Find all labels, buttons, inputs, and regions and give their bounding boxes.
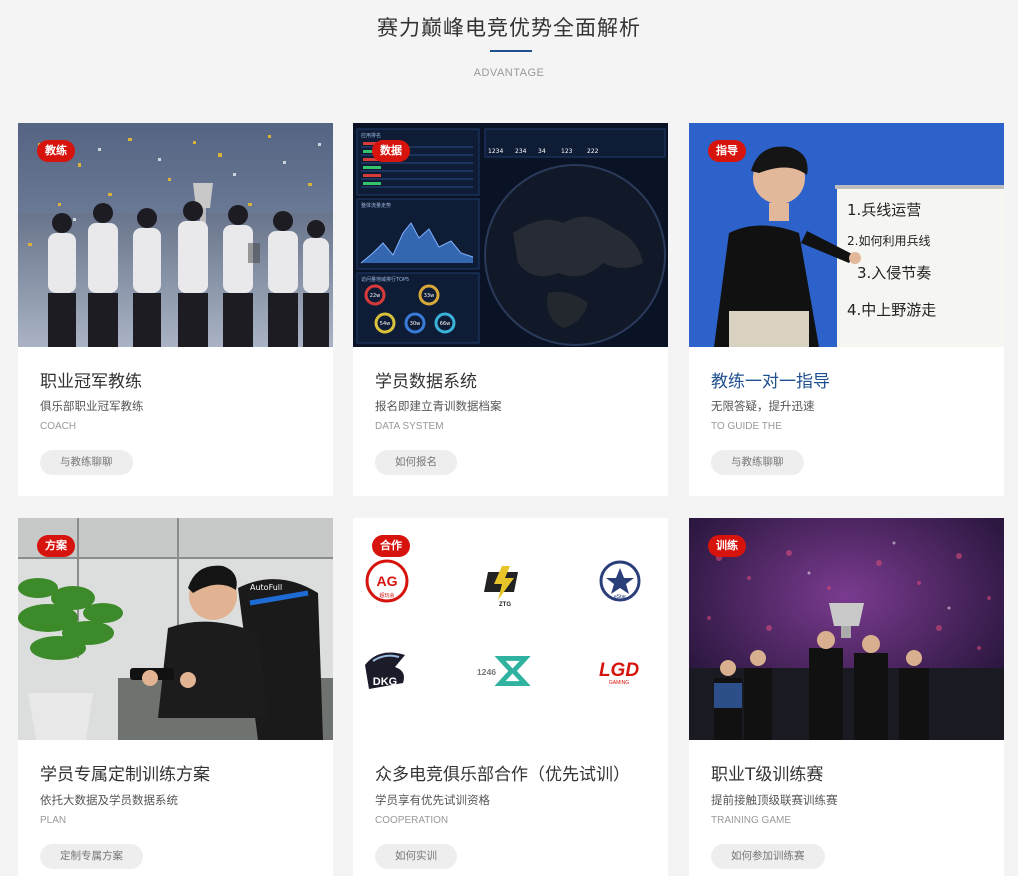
page-subtitle: ADVANTAGE [473, 67, 545, 79]
card-english-label: DATA SYSTEM [375, 421, 444, 432]
dashboard-label: 访问量地域排行TOP5 [361, 276, 409, 283]
card-coach[interactable]: 教练 职业冠军教练 俱乐部职业冠军教练 COACH 与教练聊聊 [18, 123, 333, 496]
ring-value: 22w [370, 293, 380, 299]
1246-logo: 1246 [471, 646, 531, 696]
ring-value: 66w [440, 321, 450, 327]
card-title: 职业冠军教练 [40, 372, 142, 392]
card-title: 学员专属定制训练方案 [40, 765, 210, 785]
how-to-practice-button[interactable]: 如何实训 [375, 844, 457, 869]
card-english-label: PLAN [40, 815, 67, 826]
ag-logo: AG 超玩会 [357, 556, 417, 606]
ring-value: 30w [410, 321, 420, 327]
card-title: 教练一对一指导 [711, 372, 830, 392]
card-description: 无限答疑，提升迅速 [711, 399, 815, 413]
dkg-logo: DKG [355, 645, 415, 695]
card-description: 报名即建立青训数据档案 [375, 399, 502, 413]
card-english-label: TRAINING GAME [711, 815, 792, 826]
ring-value: 33w [424, 293, 434, 299]
card-description: 学员享有优先试训资格 [375, 793, 490, 807]
svg-text:AG: AG [377, 573, 398, 589]
dashboard-label: 整体流量走势 [361, 202, 391, 209]
card-title: 众多电竞俱乐部合作（优先试训） [375, 765, 630, 785]
ring-value: 54w [380, 321, 390, 327]
card-description: 依托大数据及学员数据系统 [40, 793, 178, 807]
whiteboard-line: 4.中上野游走 [847, 301, 936, 319]
svg-text:超玩会: 超玩会 [379, 592, 394, 599]
stat-value: 234 [515, 148, 527, 155]
card-training-plan[interactable]: AutoFull 方案 学员专属定制训练方案 依托大数据及学员数据系统 PLAN… [18, 518, 333, 876]
svg-text:GAMING: GAMING [609, 680, 629, 686]
join-training-game-button[interactable]: 如何参加训练赛 [711, 844, 825, 869]
svg-text:eStar: eStar [614, 594, 626, 600]
card-training-game[interactable]: 训练 职业T级训练赛 提前接触顶级联赛训练赛 TRAINING GAME 如何参… [689, 518, 1004, 876]
tag-badge: 合作 [372, 535, 410, 557]
ztg-logo: ZTG [475, 558, 535, 608]
whiteboard-line: 1.兵线运营 [847, 201, 921, 219]
lgd-logo: LGD GAMING [589, 646, 649, 696]
tag-badge: 方案 [37, 535, 75, 557]
card-english-label: TO GUIDE THE [711, 421, 782, 432]
svg-text:DKG: DKG [373, 676, 397, 688]
card-cooperation[interactable]: AG 超玩会 ZTG eStar DKG 1246 LGD GAMING 合作 … [353, 518, 668, 876]
card-data-system[interactable]: 应用排名 整体流量走势 访问量地域排行TOP5 22w 33w 54w 30w … [353, 123, 668, 496]
svg-text:LGD: LGD [599, 660, 639, 681]
svg-text:1246: 1246 [477, 667, 496, 677]
card-title: 学员数据系统 [375, 372, 477, 392]
chair-brand-text: AutoFull [250, 583, 282, 592]
page-title: 赛力巅峰电竞优势全面解析 [377, 16, 641, 40]
tag-badge: 指导 [708, 140, 746, 162]
card-description: 俱乐部职业冠军教练 [40, 399, 144, 413]
chat-with-coach-button[interactable]: 与教练聊聊 [40, 450, 133, 475]
stat-value: 123 [561, 148, 573, 155]
card-description: 提前接触顶级联赛训练赛 [711, 793, 838, 807]
tag-badge: 数据 [372, 140, 410, 162]
chat-with-coach-button[interactable]: 与教练聊聊 [711, 450, 804, 475]
tag-badge: 训练 [708, 535, 746, 557]
stat-value: 34 [538, 148, 546, 155]
stat-value: 222 [587, 148, 599, 155]
card-english-label: COACH [40, 421, 77, 432]
whiteboard-line: 2.如何利用兵线 [847, 233, 930, 248]
card-one-on-one[interactable]: 1.兵线运营 2.如何利用兵线 3.入侵节奏 4.中上野游走 指导 教练一对一指… [689, 123, 1004, 496]
dashboard-label: 应用排名 [361, 132, 381, 139]
card-english-label: COOPERATION [375, 815, 449, 826]
svg-text:ZTG: ZTG [499, 602, 511, 608]
how-to-register-button[interactable]: 如何报名 [375, 450, 457, 475]
tag-badge: 教练 [37, 140, 75, 162]
title-underline [490, 50, 532, 52]
stat-value: 1234 [488, 148, 503, 155]
estar-logo: eStar [590, 556, 650, 606]
whiteboard-line: 3.入侵节奏 [857, 264, 931, 282]
custom-plan-button[interactable]: 定制专属方案 [40, 844, 143, 869]
card-title: 职业T级训练赛 [711, 765, 824, 785]
